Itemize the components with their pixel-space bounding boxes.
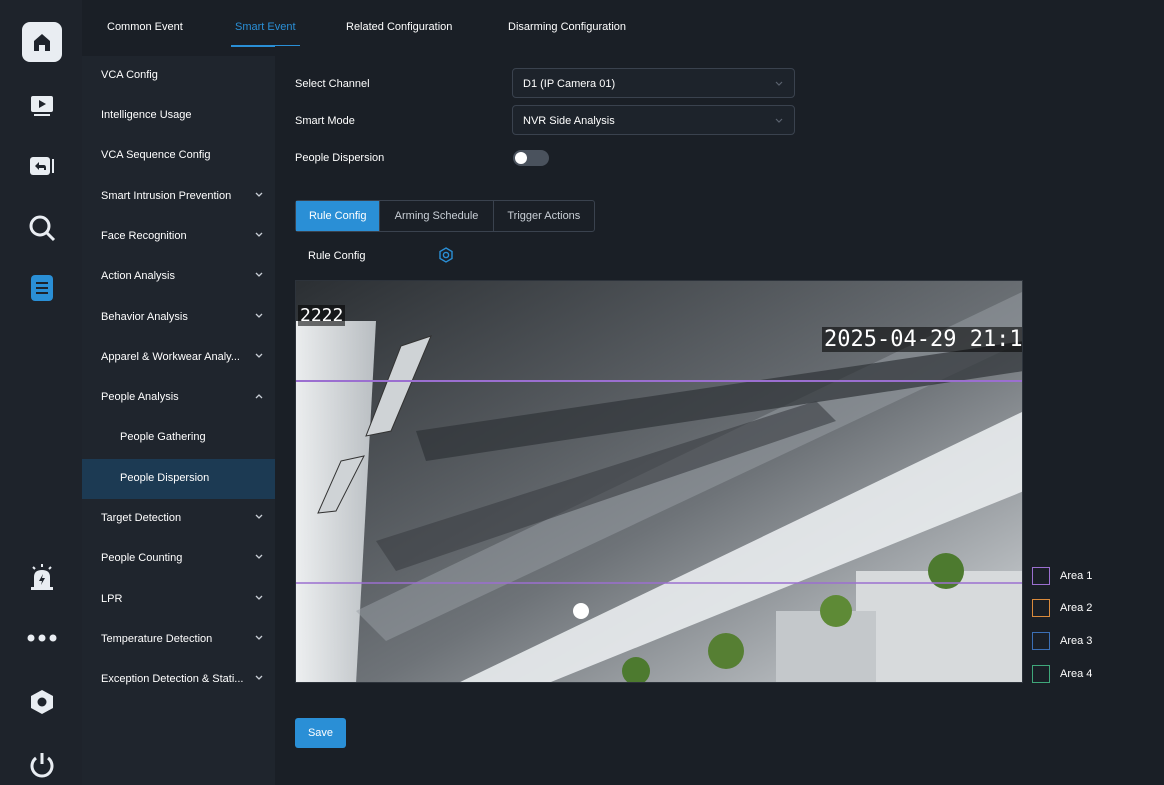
osd-channel-name: 2222 (298, 305, 346, 326)
people-dispersion-toggle[interactable] (513, 150, 549, 166)
sidebar-item-behavior-analysis[interactable]: Behavior Analysis (82, 298, 275, 338)
chevron-down-icon (255, 192, 263, 197)
toggle-knob (515, 152, 527, 164)
chevron-down-icon (255, 272, 263, 277)
sidebar-item-label: Apparel & Workwear Analy... (101, 351, 240, 363)
subtab-rule-config[interactable]: Rule Config (296, 201, 381, 231)
tab-smart-event[interactable]: Smart Event (231, 10, 300, 47)
area-1-swatch (1032, 567, 1050, 585)
settings-icon[interactable] (438, 247, 454, 263)
home-icon[interactable] (22, 22, 62, 62)
legend-label: Area 3 (1060, 635, 1093, 647)
main-panel: Select Channel D1 (IP Camera 01) Smart M… (275, 46, 1164, 785)
legend-label: Area 1 (1060, 570, 1093, 582)
sidebar-item-label: People Analysis (101, 391, 179, 403)
backup-icon[interactable] (22, 146, 62, 186)
chevron-down-icon (255, 554, 263, 559)
alarm-icon[interactable] (22, 558, 62, 598)
sidebar-item-label: People Dispersion (120, 472, 210, 484)
sidebar-item-target-detection[interactable]: Target Detection (82, 499, 275, 539)
save-button[interactable]: Save (295, 718, 346, 748)
osd-timestamp: 2025-04-29 21:14 (822, 327, 1022, 352)
sidebar-item-face-recognition[interactable]: Face Recognition (82, 217, 275, 257)
sidebar-item-label: Intelligence Usage (101, 109, 192, 121)
area-4-swatch (1032, 665, 1050, 683)
smart-mode-select[interactable]: NVR Side Analysis (512, 105, 795, 135)
people-dispersion-label: People Dispersion (295, 152, 385, 164)
sidebar-item-label: People Gathering (120, 431, 206, 443)
playback-icon[interactable] (22, 86, 62, 126)
sidebar-item-intelligence-usage[interactable]: Intelligence Usage (82, 96, 275, 136)
area-3-swatch (1032, 632, 1050, 650)
rule-config-label: Rule Config (308, 250, 366, 262)
power-icon[interactable] (22, 745, 62, 785)
chevron-down-icon (255, 232, 263, 237)
sidebar-item-action-analysis[interactable]: Action Analysis (82, 257, 275, 297)
sidebar-item-people-dispersion[interactable]: People Dispersion (82, 459, 275, 499)
sidebar-item-vca-sequence-config[interactable]: VCA Sequence Config (82, 136, 275, 176)
sidebar-item-exception-detection[interactable]: Exception Detection & Stati... (82, 660, 275, 700)
sidebar-item-label: Target Detection (101, 512, 182, 524)
chevron-down-icon (255, 675, 263, 680)
sidebar-item-label: Face Recognition (101, 230, 187, 242)
settings-icon[interactable] (22, 682, 62, 722)
chevron-down-icon (255, 635, 263, 640)
top-tab-bar: Common Event Smart Event Related Configu… (82, 10, 1164, 47)
smart-mode-select-value: NVR Side Analysis (523, 115, 615, 127)
legend-area-2[interactable]: Area 2 (1032, 599, 1112, 619)
sidebar-item-label: Exception Detection & Stati... (101, 673, 244, 685)
tab-related-configuration[interactable]: Related Configuration (346, 10, 452, 46)
chevron-down-icon (255, 313, 263, 318)
more-icon[interactable] (22, 618, 62, 658)
tab-disarming-configuration[interactable]: Disarming Configuration (508, 10, 626, 46)
chevron-down-icon (775, 81, 783, 86)
sidebar-item-label: Behavior Analysis (101, 311, 188, 323)
tab-common-event[interactable]: Common Event (107, 10, 183, 46)
video-preview[interactable]: 2222 2025-04-29 21:14 (295, 280, 1023, 683)
sidebar-item-temperature-detection[interactable]: Temperature Detection (82, 620, 275, 660)
legend-label: Area 2 (1060, 602, 1093, 614)
sidebar: VCA Config Intelligence Usage VCA Sequen… (82, 56, 275, 785)
sidebar-item-people-gathering[interactable]: People Gathering (82, 418, 275, 458)
sidebar-item-label: People Counting (101, 552, 183, 564)
sidebar-item-apparel-workwear-analysis[interactable]: Apparel & Workwear Analy... (82, 338, 275, 378)
subtab-arming-schedule[interactable]: Arming Schedule (380, 201, 494, 231)
chevron-down-icon (255, 595, 263, 600)
chevron-down-icon (255, 353, 263, 358)
sidebar-item-people-counting[interactable]: People Counting (82, 539, 275, 579)
icon-rail (0, 0, 82, 785)
chevron-up-icon (255, 394, 263, 399)
sidebar-item-people-analysis[interactable]: People Analysis (82, 378, 275, 418)
sidebar-item-label: Smart Intrusion Prevention (101, 190, 232, 202)
sidebar-item-vca-config[interactable]: VCA Config (82, 56, 275, 96)
legend-area-1[interactable]: Area 1 (1032, 567, 1112, 587)
legend-label: Area 4 (1060, 668, 1093, 680)
select-channel-label: Select Channel (295, 78, 370, 90)
smart-mode-label: Smart Mode (295, 115, 355, 127)
channel-select[interactable]: D1 (IP Camera 01) (512, 68, 795, 98)
channel-select-value: D1 (IP Camera 01) (523, 78, 616, 90)
rule-subtabs: Rule Config Arming Schedule Trigger Acti… (295, 200, 595, 232)
sidebar-item-label: VCA Sequence Config (101, 149, 211, 161)
config-icon[interactable] (22, 268, 62, 308)
sidebar-item-label: VCA Config (101, 69, 158, 81)
sidebar-item-label: Temperature Detection (101, 633, 213, 645)
legend-area-4[interactable]: Area 4 (1032, 665, 1112, 685)
chevron-down-icon (255, 514, 263, 519)
subtab-trigger-actions[interactable]: Trigger Actions (494, 201, 594, 231)
area-2-swatch (1032, 599, 1050, 617)
sidebar-item-label: Action Analysis (101, 270, 175, 282)
sidebar-item-smart-intrusion-prevention[interactable]: Smart Intrusion Prevention (82, 177, 275, 217)
search-icon[interactable] (22, 208, 62, 248)
chevron-down-icon (775, 118, 783, 123)
sidebar-item-lpr[interactable]: LPR (82, 580, 275, 620)
legend-area-3[interactable]: Area 3 (1032, 632, 1112, 652)
sidebar-item-label: LPR (101, 593, 123, 605)
